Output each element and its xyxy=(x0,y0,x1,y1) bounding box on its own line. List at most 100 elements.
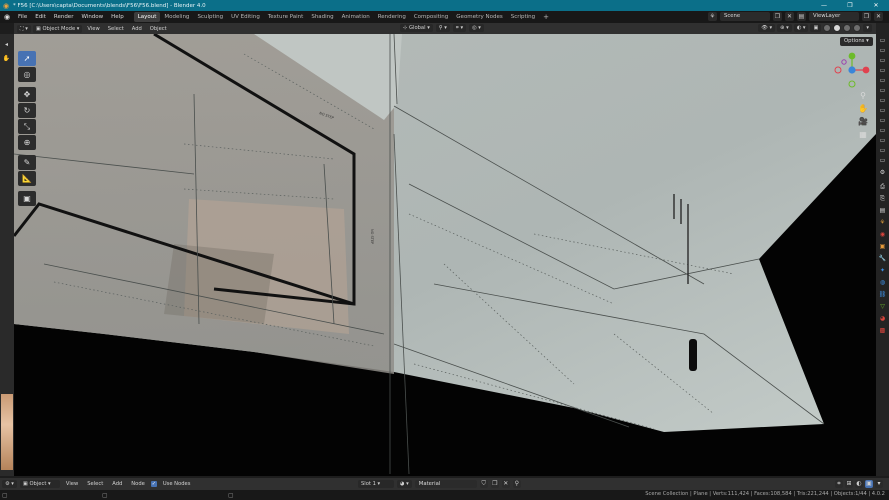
camera-view-icon[interactable]: 🎥 xyxy=(856,116,870,128)
outliner-camera-icon-8[interactable]: ▭ xyxy=(878,107,887,115)
tab-animation[interactable]: Animation xyxy=(338,12,374,22)
tab-layout[interactable]: Layout xyxy=(133,12,161,22)
editor-type-dropdown[interactable]: ⛶ ▾ xyxy=(17,24,31,33)
outliner-camera-icon-6[interactable]: ▭ xyxy=(878,87,887,95)
view-layer-field[interactable]: ViewLayer xyxy=(809,12,859,21)
tab-rendering[interactable]: Rendering xyxy=(374,12,410,22)
scale-icon[interactable]: ⤡ xyxy=(18,119,36,134)
remove-scene-icon[interactable]: ✕ xyxy=(785,12,794,21)
menu-window[interactable]: Window xyxy=(77,14,107,20)
annotate-icon[interactable]: ✎ xyxy=(18,155,36,170)
snap-type-icon[interactable]: ⊞ xyxy=(845,480,853,488)
node-menu-add[interactable]: Add xyxy=(109,480,125,488)
wireframe-shading-button[interactable] xyxy=(823,24,832,32)
solid-shading-button[interactable] xyxy=(833,24,842,32)
tab-uv-editing[interactable]: UV Editing xyxy=(227,12,264,22)
modifier-properties-icon[interactable]: 🔧 xyxy=(878,255,887,263)
tab-shading[interactable]: Shading xyxy=(307,12,337,22)
outliner-camera-icon-3[interactable]: ▭ xyxy=(878,57,887,65)
transform-icon[interactable]: ⊕ xyxy=(18,135,36,150)
orientation-dropdown[interactable]: ⊹ Global ▾ xyxy=(400,24,433,32)
blender-logo-icon[interactable]: ◉ xyxy=(0,13,14,21)
tab-compositing[interactable]: Compositing xyxy=(410,12,452,22)
outliner-camera-icon-11[interactable]: ▭ xyxy=(878,137,887,145)
hand-icon[interactable]: ✋ xyxy=(2,54,11,63)
tool-properties-icon[interactable]: ⚙ xyxy=(878,169,887,177)
add-workspace-button[interactable]: + xyxy=(539,13,553,21)
mode-dropdown[interactable]: ▣ Object Mode ▾ xyxy=(32,24,83,33)
move-icon[interactable]: ✥ xyxy=(18,87,36,102)
cursor-icon[interactable]: ◎ xyxy=(18,67,36,82)
overlay-toggle[interactable]: ◐ ▾ xyxy=(793,24,809,32)
tab-sculpting[interactable]: Sculpting xyxy=(193,12,227,22)
outliner-camera-icon-9[interactable]: ▭ xyxy=(878,117,887,125)
object-properties-icon[interactable]: ▣ xyxy=(878,243,887,251)
rotate-icon[interactable]: ↻ xyxy=(18,103,36,118)
view-layer-icon[interactable]: ▤ xyxy=(797,12,806,21)
overlay-node-icon[interactable]: ◐ xyxy=(855,480,863,488)
use-nodes-checkbox[interactable]: ✓ xyxy=(150,481,157,487)
outliner-camera-icon-12[interactable]: ▭ xyxy=(878,147,887,155)
menu-select[interactable]: Select xyxy=(105,25,127,33)
material-properties-icon[interactable]: ◕ xyxy=(878,315,887,323)
snap-node-icon[interactable]: ⌗ xyxy=(835,480,843,488)
proportional-edit-toggle[interactable]: ◎ ▾ xyxy=(469,24,484,32)
output-properties-icon[interactable]: ⎘ xyxy=(878,195,887,203)
select-box-icon[interactable]: ➚ xyxy=(18,51,36,66)
node-menu-select[interactable]: Select xyxy=(84,480,106,488)
close-button[interactable]: ✕ xyxy=(863,0,889,11)
menu-render[interactable]: Render xyxy=(50,14,78,20)
outliner-camera-icon-2[interactable]: ▭ xyxy=(878,47,887,55)
outliner-camera-icon-4[interactable]: ▭ xyxy=(878,67,887,75)
menu-view[interactable]: View xyxy=(84,25,102,33)
rendered-shading-button[interactable] xyxy=(853,24,862,32)
physics-properties-icon[interactable]: ◍ xyxy=(878,279,887,287)
ortho-grid-icon[interactable]: ▦ xyxy=(856,129,870,141)
copy-view-layer-icon[interactable]: ❐ xyxy=(862,12,871,21)
material-name-field[interactable]: Material xyxy=(414,480,477,488)
constraints-properties-icon[interactable]: ⛓ xyxy=(878,291,887,299)
fake-user-icon[interactable]: ⛉ xyxy=(479,480,488,488)
world-properties-icon[interactable]: ◉ xyxy=(878,231,887,239)
slot-dropdown[interactable]: Slot 1 ▾ xyxy=(358,480,394,488)
outliner-camera-icon-10[interactable]: ▭ xyxy=(878,127,887,135)
options-dropdown[interactable]: Options ▾ xyxy=(840,37,873,46)
outliner-camera-icon-13[interactable]: ▭ xyxy=(878,157,887,165)
3d-viewport[interactable]: NO STEP NO STEP xyxy=(14,34,876,476)
zoom-icon[interactable]: ⚲ xyxy=(856,90,870,102)
node-editor-type-dropdown[interactable]: ⚙ ▾ xyxy=(2,480,17,488)
menu-object[interactable]: Object xyxy=(147,25,170,33)
view-layer-properties-icon[interactable]: ▤ xyxy=(878,207,887,215)
copy-scene-icon[interactable]: ❐ xyxy=(773,12,782,21)
gizmo-toggle[interactable]: ⊕ ▾ xyxy=(777,24,792,32)
snap-toggle[interactable]: ⌗ ▾ xyxy=(452,24,467,32)
particles-properties-icon[interactable]: ✦ xyxy=(878,267,887,275)
tab-texture-paint[interactable]: Texture Paint xyxy=(264,12,308,22)
outliner-camera-icon-5[interactable]: ▭ xyxy=(878,77,887,85)
node-menu-node[interactable]: Node xyxy=(128,480,148,488)
pan-hand-icon[interactable]: ✋ xyxy=(856,103,870,115)
data-properties-icon[interactable]: ▽ xyxy=(878,303,887,311)
node-menu-view[interactable]: View xyxy=(63,480,81,488)
minimize-button[interactable]: — xyxy=(811,0,837,11)
tab-modeling[interactable]: Modeling xyxy=(160,12,193,22)
menu-file[interactable]: File xyxy=(14,14,31,20)
tab-scripting[interactable]: Scripting xyxy=(507,12,539,22)
pivot-dropdown[interactable]: ⚲ ▾ xyxy=(435,24,450,32)
outliner-camera-icon[interactable]: ▭ xyxy=(878,37,887,45)
backdrop-options-icon[interactable]: ▾ xyxy=(875,480,883,488)
menu-help[interactable]: Help xyxy=(107,14,128,20)
scene-name-field[interactable]: Scene xyxy=(720,12,770,21)
measure-icon[interactable]: 📐 xyxy=(18,171,36,186)
visibility-dropdown[interactable]: 👁 ▾ xyxy=(758,24,776,32)
navigation-gizmo[interactable] xyxy=(830,50,874,90)
xray-toggle[interactable]: ▣ xyxy=(810,24,822,32)
shader-type-dropdown[interactable]: ▣ Object ▾ xyxy=(19,480,60,488)
tab-geometry-nodes[interactable]: Geometry Nodes xyxy=(452,12,506,22)
backdrop-icon[interactable]: ▣ xyxy=(865,480,873,488)
outliner-camera-icon-7[interactable]: ▭ xyxy=(878,97,887,105)
material-shading-button[interactable] xyxy=(843,24,852,32)
menu-edit[interactable]: Edit xyxy=(31,14,50,20)
pin-icon[interactable]: ⚲ xyxy=(512,480,521,488)
texture-properties-icon[interactable]: ▩ xyxy=(878,327,887,335)
